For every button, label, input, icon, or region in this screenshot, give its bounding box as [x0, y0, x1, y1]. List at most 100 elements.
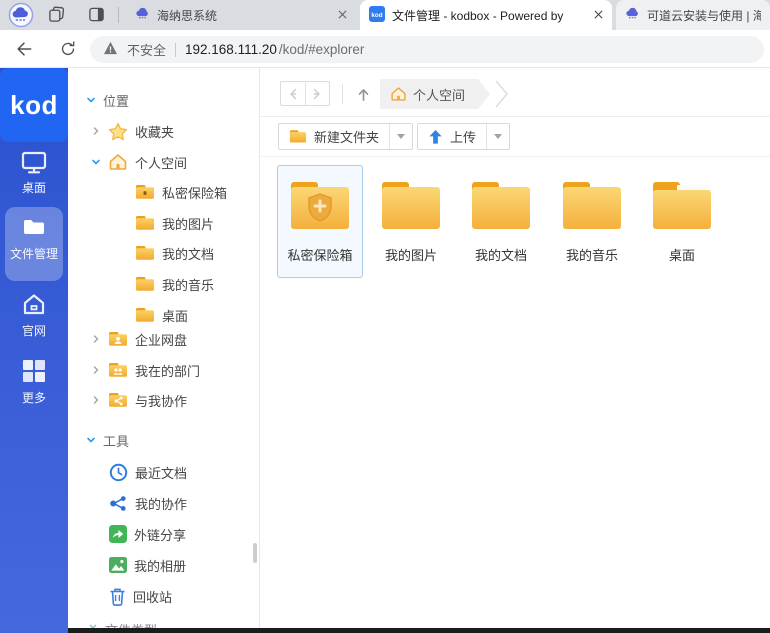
folder-icon [289, 129, 307, 144]
file-item-desktop[interactable]: 桌面 [639, 165, 725, 278]
history-forward-button[interactable] [305, 82, 330, 105]
tree-item-label: 最近文档 [135, 463, 187, 482]
sidebar-item-desktop[interactable]: 桌面 [0, 179, 68, 196]
tree-section-label: 工具 [103, 431, 129, 450]
tree-item-my-music[interactable]: 我的音乐 [135, 274, 214, 294]
new-folder-label: 新建文件夹 [314, 127, 379, 146]
close-tab-icon[interactable] [594, 8, 603, 22]
chevron-down-icon [88, 620, 98, 628]
kod-favicon-icon: kod [369, 6, 385, 25]
upload-label: 上传 [450, 127, 476, 146]
tab-kodbox-file-manager[interactable]: kod 文件管理 - kodbox - Powered by [360, 0, 612, 30]
cloud-favicon-icon [135, 6, 150, 24]
security-label[interactable]: 不安全 [127, 40, 166, 59]
breadcrumb-separator [342, 84, 343, 104]
upload-dropdown-button[interactable] [486, 124, 509, 149]
file-item-private-safe[interactable]: 私密保险箱 [277, 165, 363, 278]
tree-item-label: 我的音乐 [162, 275, 214, 294]
tree-item-my-pictures[interactable]: 我的图片 [135, 213, 214, 233]
up-directory-button[interactable] [349, 82, 377, 106]
breadcrumb-divider [261, 116, 770, 117]
history-back-button[interactable] [281, 82, 305, 105]
tree-item-label: 我的协作 [135, 494, 187, 513]
tree-item-private-safe[interactable]: 私密保险箱 [135, 182, 227, 202]
panel-divider[interactable] [259, 68, 260, 628]
refresh-button[interactable] [56, 37, 80, 61]
browser-profile-logo-icon[interactable] [8, 2, 34, 33]
team-folder-icon [108, 362, 128, 378]
file-name: 桌面 [669, 245, 695, 264]
url-bar[interactable]: 不安全 192.168.111.20/kod/#explorer [90, 36, 764, 63]
new-folder-button-group: 新建文件夹 [278, 123, 413, 150]
sidebar-item-more[interactable]: 更多 [0, 389, 68, 406]
chevron-down-icon [86, 435, 96, 445]
tree-section-location[interactable]: 位置 [86, 90, 129, 110]
more-grid-icon[interactable] [0, 359, 68, 383]
photo-album-icon [109, 557, 127, 573]
tree-section-label: 文件类型 [105, 620, 157, 628]
upload-button[interactable]: 上传 [418, 124, 486, 149]
window-bottom-edge [68, 628, 770, 633]
svg-text:kod: kod [371, 11, 382, 18]
tree-item-label: 收藏夹 [135, 122, 174, 141]
side-panel-icon[interactable] [88, 6, 105, 28]
tree-item-my-albums[interactable]: 我的相册 [109, 555, 186, 575]
shared-folder-user-icon [108, 331, 128, 347]
tree-section-file-types-clipped[interactable]: 文件类型 [88, 620, 157, 628]
tree-item-label: 我在的部门 [135, 361, 200, 380]
toolbar-divider [261, 156, 770, 157]
tab-groups-icon[interactable] [48, 6, 65, 28]
tree-item-desktop-folder[interactable]: 桌面 [135, 305, 188, 325]
tree-item-my-collaboration[interactable]: 我的协作 [109, 493, 187, 513]
breadcrumb-chevron-icon [494, 80, 509, 113]
tree-item-my-department[interactable]: 我在的部门 [91, 360, 200, 380]
back-button[interactable] [12, 37, 36, 61]
file-name: 我的音乐 [566, 245, 618, 264]
url-separator [175, 43, 176, 57]
file-name: 私密保险箱 [287, 245, 352, 264]
locked-folder-icon [135, 184, 155, 200]
file-item-my-documents[interactable]: 我的文档 [458, 165, 544, 278]
desktop-icon[interactable] [0, 151, 68, 175]
tree-item-label: 私密保险箱 [162, 183, 227, 202]
tree-item-recent-documents[interactable]: 最近文档 [109, 462, 187, 482]
tree-item-external-share[interactable]: 外链分享 [109, 524, 186, 544]
file-item-my-pictures[interactable]: 我的图片 [368, 165, 454, 278]
tree-item-shared-with-me[interactable]: 与我协作 [91, 390, 187, 410]
tree-item-label: 企业网盘 [135, 330, 187, 349]
tab-hinas-system[interactable]: 海纳思系统 [126, 0, 356, 30]
tree-item-favorites[interactable]: 收藏夹 [91, 121, 174, 141]
share-folder-icon [108, 392, 128, 408]
arrow-up-icon [355, 86, 372, 103]
tree-item-recycle-bin[interactable]: 回收站 [109, 586, 172, 606]
new-folder-dropdown-button[interactable] [389, 124, 412, 149]
external-link-icon [109, 525, 127, 543]
file-item-my-music[interactable]: 我的音乐 [549, 165, 635, 278]
tree-scrollbar-thumb[interactable] [253, 543, 257, 563]
home-icon[interactable] [0, 293, 68, 316]
tab-title: 可道云安装与使用 | 海纳思 [647, 7, 761, 24]
tab-kodcloud-docs[interactable]: 可道云安装与使用 | 海纳思 [616, 0, 770, 30]
tree-item-label: 外链分享 [134, 525, 186, 544]
breadcrumb-current-location[interactable]: 个人空间 [380, 79, 490, 109]
new-folder-button[interactable]: 新建文件夹 [279, 124, 389, 149]
tree-item-label: 个人空间 [135, 153, 187, 172]
folder-icon [135, 307, 155, 323]
home-folder-icon [108, 153, 128, 171]
kod-logo[interactable]: kod [0, 68, 68, 142]
not-secure-warning-icon [103, 41, 118, 58]
tree-item-personal-space[interactable]: 个人空间 [91, 152, 187, 172]
arrow-right-icon [310, 87, 324, 101]
chevron-right-icon [91, 334, 101, 344]
folder-icon [379, 178, 443, 232]
sidebar-item-website[interactable]: 官网 [0, 322, 68, 339]
url-path: /kod/#explorer [279, 42, 365, 57]
tree-section-tools[interactable]: 工具 [86, 430, 129, 450]
folder-with-files-icon [650, 178, 714, 232]
tree-item-my-documents[interactable]: 我的文档 [135, 243, 214, 263]
chevron-right-icon [91, 365, 101, 375]
tree-item-enterprise-drive[interactable]: 企业网盘 [91, 329, 187, 349]
close-tab-icon[interactable] [338, 8, 347, 22]
tab-title: 文件管理 - kodbox - Powered by [392, 7, 587, 24]
toolbar-separator [118, 7, 119, 23]
